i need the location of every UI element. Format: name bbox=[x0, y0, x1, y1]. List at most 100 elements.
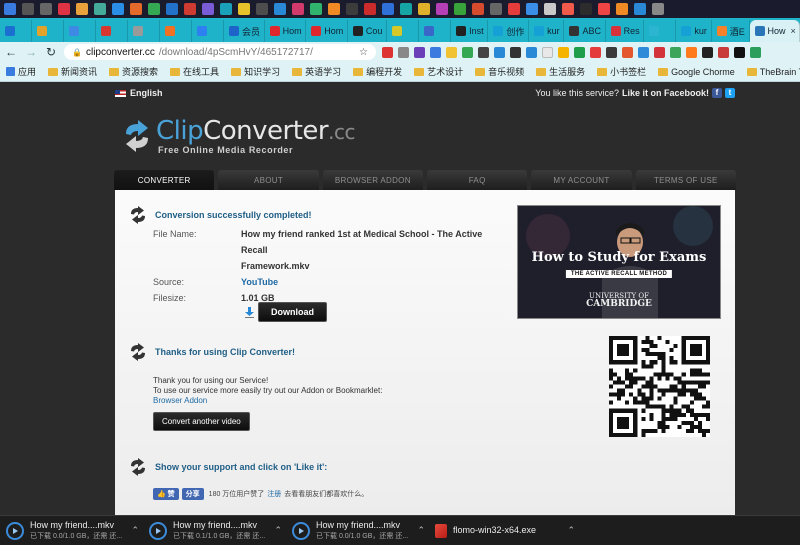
extension-icon[interactable] bbox=[750, 46, 761, 58]
browser-tab[interactable] bbox=[32, 20, 64, 42]
chevron-up-icon[interactable]: ⌃ bbox=[131, 525, 139, 536]
nav-converter[interactable]: CONVERTER bbox=[114, 170, 215, 190]
nav-my-account[interactable]: MY ACCOUNT bbox=[531, 170, 632, 190]
browser-tab[interactable] bbox=[160, 20, 192, 42]
app-icon[interactable] bbox=[310, 3, 322, 15]
video-thumbnail[interactable]: How to Study for Exams THE ACTIVE RECALL… bbox=[517, 205, 721, 319]
browser-tab[interactable] bbox=[387, 20, 420, 42]
bookmark-item[interactable]: 知识学习 bbox=[231, 65, 280, 78]
nav-terms-of-use[interactable]: TERMS OF USE bbox=[635, 170, 736, 190]
browser-tab[interactable]: Hom bbox=[306, 20, 348, 42]
app-icon[interactable] bbox=[130, 3, 142, 15]
app-icon[interactable] bbox=[76, 3, 88, 15]
bookmark-item[interactable]: 小书签栏 bbox=[597, 65, 646, 78]
app-icon[interactable] bbox=[418, 3, 430, 15]
facebook-icon[interactable]: f bbox=[712, 88, 722, 98]
extension-icon[interactable] bbox=[622, 46, 633, 58]
browser-tab[interactable]: 会员 bbox=[224, 20, 265, 42]
extension-icon[interactable] bbox=[718, 46, 729, 58]
extension-icon[interactable] bbox=[638, 46, 649, 58]
app-icon[interactable] bbox=[58, 3, 70, 15]
browser-tab[interactable]: Inst bbox=[451, 20, 489, 42]
app-icon[interactable] bbox=[634, 3, 646, 15]
language-selector[interactable]: English bbox=[115, 88, 163, 98]
extension-icon[interactable] bbox=[686, 46, 697, 58]
browser-tab[interactable]: 酒E bbox=[712, 20, 750, 42]
app-icon[interactable] bbox=[328, 3, 340, 15]
bookmark-item[interactable]: 编程开发 bbox=[353, 65, 402, 78]
app-icon[interactable] bbox=[490, 3, 502, 15]
search-icon[interactable] bbox=[22, 3, 34, 15]
app-icon[interactable] bbox=[148, 3, 160, 15]
extension-icon[interactable] bbox=[670, 46, 681, 58]
browser-tab[interactable] bbox=[64, 20, 96, 42]
fb-register-link[interactable]: 注册 bbox=[267, 489, 281, 499]
address-bar[interactable]: 🔒 clipconverter.cc/download/4pScmHvY/465… bbox=[64, 44, 376, 60]
browser-tab[interactable]: kur bbox=[529, 20, 565, 42]
close-tab-icon[interactable]: × bbox=[791, 26, 796, 36]
app-icon[interactable] bbox=[274, 3, 286, 15]
browser-tab[interactable]: kur bbox=[676, 20, 712, 42]
bookmark-item[interactable]: 英语学习 bbox=[292, 65, 341, 78]
extension-icon[interactable] bbox=[382, 46, 393, 58]
bookmark-item[interactable]: 音乐视频 bbox=[475, 65, 524, 78]
app-icon[interactable] bbox=[238, 3, 250, 15]
app-icon[interactable] bbox=[616, 3, 628, 15]
download-item[interactable]: How my friend....mkv 已下载 0.0/1.0 GB，还需 还… bbox=[6, 520, 139, 542]
app-icon[interactable] bbox=[544, 3, 556, 15]
back-button[interactable]: ← bbox=[4, 45, 18, 59]
browser-tab[interactable]: Cou bbox=[348, 20, 388, 42]
extension-icon[interactable] bbox=[526, 46, 537, 58]
extension-icon[interactable] bbox=[734, 46, 745, 58]
app-icon[interactable] bbox=[292, 3, 304, 15]
extension-icon[interactable] bbox=[606, 46, 617, 58]
nav-browser-addon[interactable]: BROWSER ADDON bbox=[322, 170, 423, 190]
browser-tab[interactable] bbox=[0, 20, 32, 42]
extension-icon[interactable] bbox=[462, 46, 473, 58]
app-icon[interactable] bbox=[112, 3, 124, 15]
nav-faq[interactable]: FAQ bbox=[426, 170, 528, 190]
app-icon[interactable] bbox=[220, 3, 232, 15]
app-icon[interactable] bbox=[562, 3, 574, 15]
app-icon[interactable] bbox=[166, 3, 178, 15]
download-button[interactable]: Download bbox=[258, 302, 327, 322]
app-icon[interactable] bbox=[364, 3, 376, 15]
bookmark-item[interactable]: 新闻资讯 bbox=[48, 65, 97, 78]
extension-icon[interactable] bbox=[542, 46, 553, 58]
extension-icon[interactable] bbox=[430, 46, 441, 58]
browser-tab[interactable] bbox=[128, 20, 160, 42]
app-icon[interactable] bbox=[652, 3, 664, 15]
browser-tab[interactable]: Hom bbox=[265, 20, 307, 42]
extension-icon[interactable] bbox=[414, 46, 425, 58]
star-icon[interactable]: ☆ bbox=[359, 47, 368, 58]
app-icon[interactable] bbox=[508, 3, 520, 15]
app-icon[interactable] bbox=[472, 3, 484, 15]
convert-another-button[interactable]: Convert another video bbox=[153, 412, 250, 431]
like-cta-link[interactable]: Like it on Facebook! bbox=[622, 88, 709, 98]
browser-tab[interactable]: ABC bbox=[564, 20, 606, 42]
nav-about[interactable]: ABOUT bbox=[218, 170, 319, 190]
browser-tab[interactable]: Res bbox=[606, 20, 645, 42]
app-icon[interactable] bbox=[400, 3, 412, 15]
download-item[interactable]: How my friend....mkv 已下载 0.0/1.0 GB，还需 还… bbox=[292, 520, 425, 542]
browser-tab[interactable]: How × bbox=[749, 20, 800, 42]
bookmark-item[interactable]: 资源搜索 bbox=[109, 65, 158, 78]
extension-icon[interactable] bbox=[654, 46, 665, 58]
download-item[interactable]: How my friend....mkv 已下载 0.1/1.0 GB，还需 还… bbox=[149, 520, 282, 542]
forward-button[interactable]: → bbox=[24, 45, 38, 59]
app-icon[interactable] bbox=[94, 3, 106, 15]
browser-tab[interactable] bbox=[419, 20, 452, 42]
app-icon[interactable] bbox=[598, 3, 610, 15]
browser-tab[interactable]: 创作 bbox=[488, 20, 530, 42]
bookmark-item[interactable]: TheBrain Tutorials bbox=[746, 67, 800, 77]
chevron-up-icon[interactable]: ⌃ bbox=[274, 525, 282, 536]
extension-icon[interactable] bbox=[590, 46, 601, 58]
extension-icon[interactable] bbox=[478, 46, 489, 58]
browser-tab[interactable] bbox=[96, 20, 128, 42]
source-link[interactable]: YouTube bbox=[241, 274, 278, 290]
chevron-up-icon[interactable]: ⌃ bbox=[417, 525, 425, 536]
app-icon[interactable] bbox=[382, 3, 394, 15]
extension-icon[interactable] bbox=[494, 46, 505, 58]
fb-share-button[interactable]: 分享 bbox=[181, 488, 204, 500]
windows-start-icon[interactable] bbox=[4, 3, 16, 15]
